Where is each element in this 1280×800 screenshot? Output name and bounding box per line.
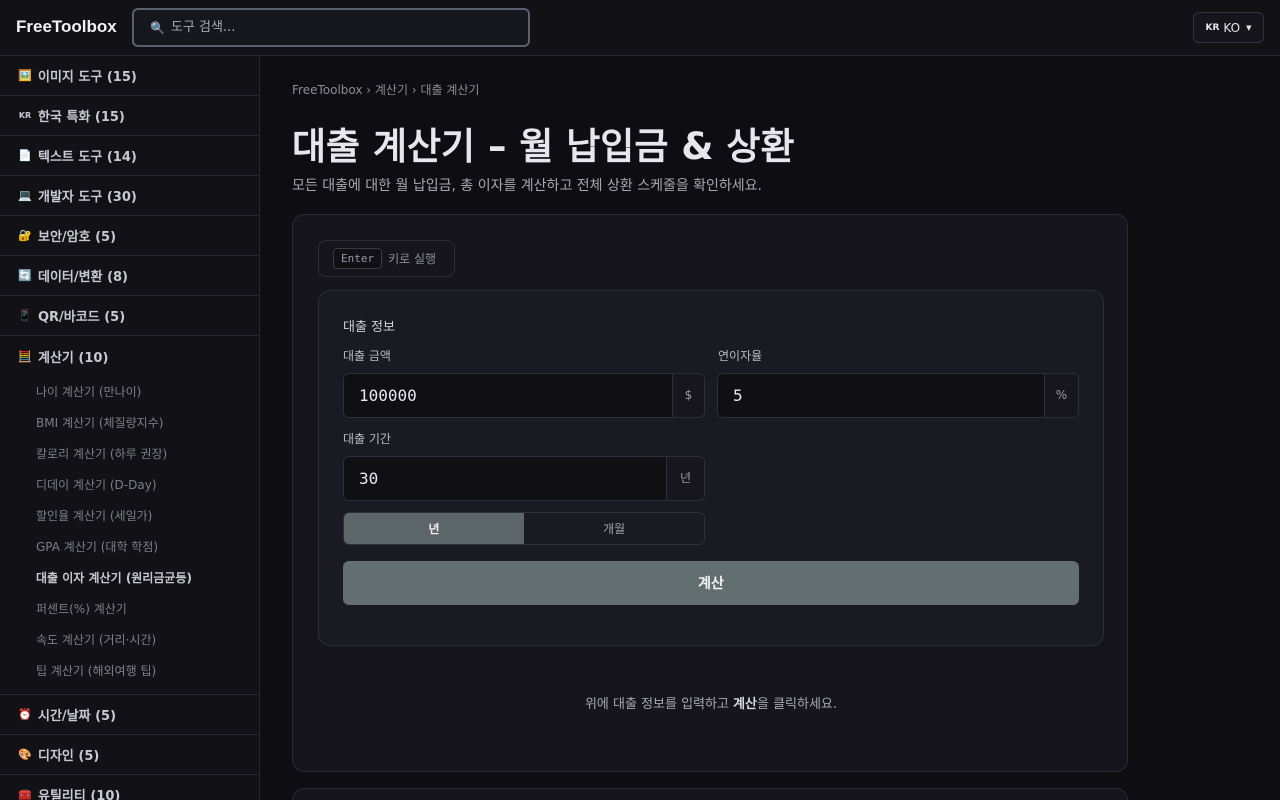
toolbox-icon: 🧰	[18, 788, 32, 800]
term-label: 대출 기간	[343, 432, 391, 446]
term-unit-toggle: 년 개월	[343, 512, 705, 545]
amount-input-group: $	[343, 373, 705, 418]
dollar-suffix: $	[672, 374, 704, 417]
enter-key: Enter	[333, 248, 383, 269]
percent-suffix: %	[1044, 374, 1078, 417]
sidebar-item-discount[interactable]: 할인율 계산기 (세일가)	[0, 500, 259, 531]
top-header: FreeToolbox 🔍 KR KO ▼	[0, 0, 1280, 56]
laptop-icon: 💻	[18, 189, 32, 202]
sidebar-category-calculator[interactable]: 🧮 계산기 (10)	[0, 336, 259, 376]
sidebar-category-label: 유틸리티 (10)	[38, 789, 121, 800]
amount-input[interactable]	[344, 374, 672, 417]
result-hint: 위에 대출 정보를 입력하고 계산을 클릭하세요.	[293, 693, 1129, 712]
sidebar-category-developer[interactable]: 💻 개발자 도구 (30)	[0, 176, 259, 216]
sidebar-item-bmi[interactable]: BMI 계산기 (체질량지수)	[0, 407, 259, 438]
sidebar-item-age[interactable]: 나이 계산기 (만나이)	[0, 376, 259, 407]
sidebar-category-label: 보안/암호 (5)	[38, 230, 117, 245]
rate-label: 연이자율	[718, 349, 763, 363]
toggle-years[interactable]: 년	[344, 513, 524, 544]
sidebar-category-label: 이미지 도구 (15)	[38, 70, 137, 85]
hint-suffix: 을 클릭하세요.	[756, 697, 838, 712]
sidebar-category-label: 디자인 (5)	[38, 749, 100, 764]
sidebar-category-label: 한국 특화 (15)	[38, 110, 125, 125]
sidebar-item-gpa[interactable]: GPA 계산기 (대학 학점)	[0, 531, 259, 562]
page-subtitle: 모든 대출에 대한 월 납입금, 총 이자를 계산하고 전체 상환 스케줄을 확…	[292, 178, 763, 194]
page-title: 대출 계산기 – 월 납입금 & 상환	[292, 125, 795, 168]
section-title: 대출 정보	[343, 320, 395, 335]
sidebar-item-tip[interactable]: 팁 계산기 (해외여행 팁)	[0, 655, 259, 686]
sidebar-category-image[interactable]: 🖼️ 이미지 도구 (15)	[0, 56, 259, 96]
sidebar-category-text[interactable]: 📄 텍스트 도구 (14)	[0, 136, 259, 176]
sidebar-category-korea[interactable]: KR 한국 특화 (15)	[0, 96, 259, 136]
sidebar-category-label: 텍스트 도구 (14)	[38, 150, 137, 165]
alarm-clock-icon: ⏰	[18, 708, 32, 721]
sidebar-sub-list: 나이 계산기 (만나이) BMI 계산기 (체질량지수) 칼로리 계산기 (하루…	[0, 376, 259, 695]
term-input-group: 년	[343, 456, 705, 501]
calculate-button[interactable]: 계산	[343, 561, 1079, 605]
sidebar-category-time[interactable]: ⏰ 시간/날짜 (5)	[0, 695, 259, 735]
caret-down-icon: ▼	[1246, 23, 1252, 32]
sidebar-category-label: QR/바코드 (5)	[38, 310, 126, 325]
image-icon: 🖼️	[18, 69, 32, 82]
search-icon: 🔍	[150, 20, 165, 35]
search-input[interactable]	[170, 20, 511, 35]
toggle-months[interactable]: 개월	[524, 513, 704, 544]
sidebar-category-qr[interactable]: 📱 QR/바코드 (5)	[0, 296, 259, 336]
rate-input[interactable]	[718, 374, 1044, 417]
enter-hint-text: 키로 실행	[388, 252, 437, 266]
search-box[interactable]: 🔍	[132, 8, 530, 47]
sidebar: 🖼️ 이미지 도구 (15) KR 한국 특화 (15) 📄 텍스트 도구 (1…	[0, 56, 260, 800]
rate-input-group: %	[717, 373, 1079, 418]
palette-icon: 🎨	[18, 748, 32, 761]
sidebar-item-percent[interactable]: 퍼센트(%) 계산기	[0, 593, 259, 624]
sidebar-category-utility[interactable]: 🧰 유틸리티 (10)	[0, 775, 259, 800]
sidebar-category-data[interactable]: 🔄 데이터/변환 (8)	[0, 256, 259, 296]
hint-prefix: 위에 대출 정보를 입력하고	[584, 697, 734, 712]
enter-shortcut-hint: Enter 키로 실행	[318, 240, 455, 277]
lock-icon: 🔐	[18, 229, 32, 242]
hint-bold: 계산	[733, 697, 757, 712]
term-suffix: 년	[666, 457, 704, 500]
amount-label: 대출 금액	[343, 349, 391, 363]
loan-form: 대출 정보 대출 금액 $ 연이자율 % 대출 기간 년 년 개월 계산	[318, 290, 1104, 646]
sidebar-item-speed[interactable]: 속도 계산기 (거리·시간)	[0, 624, 259, 655]
sidebar-category-label: 개발자 도구 (30)	[38, 190, 137, 205]
logo[interactable]: FreeToolbox	[16, 17, 117, 37]
sidebar-item-loan[interactable]: 대출 이자 계산기 (원리금균등)	[0, 562, 259, 593]
convert-icon: 🔄	[18, 269, 32, 282]
term-input[interactable]	[344, 457, 666, 500]
sidebar-category-label: 시간/날짜 (5)	[38, 709, 117, 724]
sidebar-item-dday[interactable]: 디데이 계산기 (D-Day)	[0, 469, 259, 500]
secondary-card	[292, 788, 1128, 800]
phone-icon: 📱	[18, 309, 32, 322]
sidebar-category-security[interactable]: 🔐 보안/암호 (5)	[0, 216, 259, 256]
sidebar-category-design[interactable]: 🎨 디자인 (5)	[0, 735, 259, 775]
calculator-card: Enter 키로 실행 대출 정보 대출 금액 $ 연이자율 % 대출 기간 년…	[292, 214, 1128, 772]
language-selector[interactable]: KR KO ▼	[1193, 12, 1264, 43]
sidebar-item-calorie[interactable]: 칼로리 계산기 (하루 권장)	[0, 438, 259, 469]
breadcrumb[interactable]: FreeToolbox › 계산기 › 대출 계산기	[292, 81, 479, 98]
document-icon: 📄	[18, 149, 32, 162]
flag-kr-icon: KR	[18, 111, 32, 120]
sidebar-category-label: 계산기 (10)	[38, 350, 109, 366]
abacus-icon: 🧮	[18, 349, 32, 363]
language-label: KO	[1223, 20, 1241, 35]
sidebar-category-label: 데이터/변환 (8)	[38, 270, 129, 285]
flag-kr-icon: KR	[1205, 22, 1220, 33]
